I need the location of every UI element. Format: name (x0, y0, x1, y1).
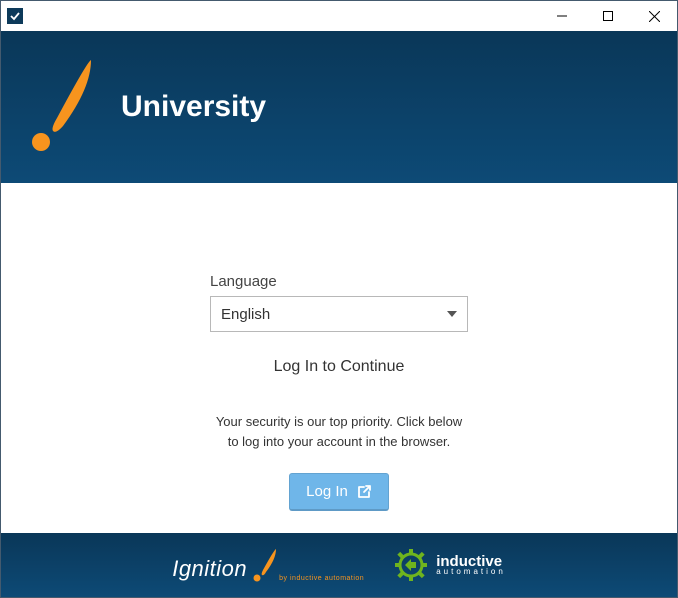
header: University (1, 31, 677, 183)
login-button-label: Log In (306, 483, 348, 500)
language-value: English (221, 306, 270, 323)
main-content: Language English Log In to Continue Your… (1, 183, 677, 533)
minimize-button[interactable] (539, 1, 585, 31)
inductive-brand-text: inductive automation (436, 555, 506, 576)
close-button[interactable] (631, 1, 677, 31)
inductive-logo: inductive automation (394, 548, 506, 582)
maximize-button[interactable] (585, 1, 631, 31)
page-title: University (121, 90, 266, 124)
ignition-subtext: by inductive automation (279, 575, 364, 582)
inductive-gear-icon (394, 548, 428, 582)
inductive-line-2: automation (436, 568, 506, 575)
ignition-brand-text: Ignition (172, 556, 247, 582)
language-block: Language English (210, 273, 468, 332)
security-line-2: to log into your account in the browser. (189, 432, 489, 452)
app-logo-icon (21, 58, 93, 156)
language-select[interactable]: English (210, 296, 468, 332)
titlebar (1, 1, 677, 31)
app-icon (7, 8, 23, 24)
login-button[interactable]: Log In (289, 473, 389, 511)
language-label: Language (210, 273, 468, 290)
login-subtitle: Log In to Continue (274, 358, 405, 376)
ignition-mark-icon (251, 548, 277, 582)
chevron-down-icon (447, 311, 457, 317)
external-link-icon (356, 484, 372, 500)
security-line-1: Your security is our top priority. Click… (189, 412, 489, 432)
inductive-line-1: inductive (436, 555, 506, 569)
window-controls (539, 1, 677, 31)
footer: Ignition by inductive automation inducti… (1, 533, 677, 597)
ignition-logo: Ignition by inductive automation (172, 548, 364, 582)
security-text: Your security is our top priority. Click… (189, 412, 489, 451)
